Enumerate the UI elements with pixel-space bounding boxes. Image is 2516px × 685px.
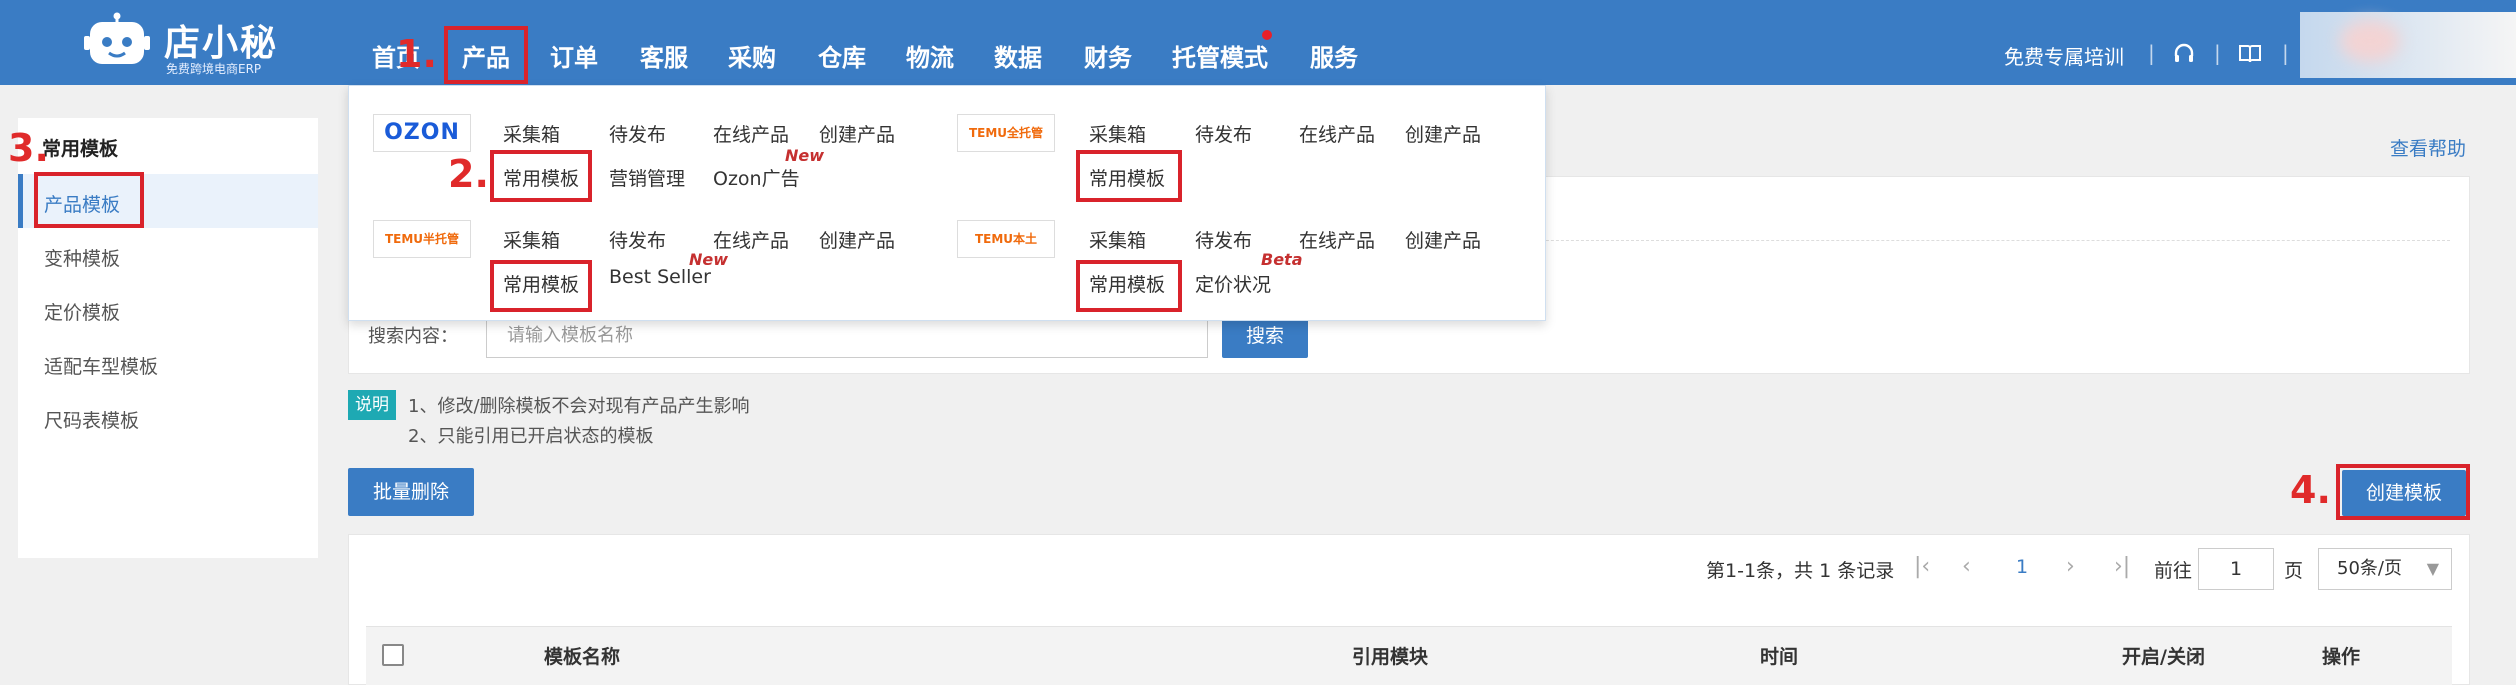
temu-semi-online-products[interactable]: 在线产品: [713, 226, 789, 253]
temu-local-pricing-status[interactable]: 定价状况: [1195, 270, 1271, 297]
temu-full-collect-box[interactable]: 采集箱: [1089, 120, 1146, 147]
nav-orders[interactable]: 订单: [550, 38, 598, 73]
chevron-down-icon: ▼: [2426, 559, 2439, 578]
col-toggle: 开启/关闭: [2122, 646, 2205, 668]
step-1-label: 1.: [396, 32, 437, 76]
search-label: 搜索内容：: [368, 326, 458, 347]
step-4-highlight: [2336, 464, 2470, 520]
logo-subtitle: 免费跨境电商ERP: [166, 62, 262, 76]
nav-purchase[interactable]: 采购: [728, 38, 776, 73]
user-account-blurred[interactable]: [2300, 12, 2516, 78]
separator: |: [2214, 41, 2221, 65]
ozon-collect-box[interactable]: 采集箱: [503, 120, 560, 147]
sidebar-item-vehicle-template[interactable]: 适配车型模板: [44, 352, 158, 379]
batch-delete-button[interactable]: 批量删除: [348, 468, 474, 516]
new-tag: New: [785, 146, 825, 165]
nav-customer-service[interactable]: 客服: [640, 38, 688, 73]
beta-tag: Beta: [1261, 250, 1303, 269]
temu-full-create-product[interactable]: 创建产品: [1405, 120, 1481, 147]
page-number-input[interactable]: 1: [2198, 548, 2274, 590]
temu-full-online-products[interactable]: 在线产品: [1299, 120, 1375, 147]
temu-local-online-products[interactable]: 在线产品: [1299, 226, 1375, 253]
new-tag: New: [689, 250, 729, 269]
nav-data[interactable]: 数据: [994, 38, 1042, 73]
nav-managed-mode[interactable]: 托管模式: [1172, 38, 1268, 73]
page: 店小秘 免费跨境电商ERP 首页 产品 订单 客服 采购 仓库 物流 数据 财务…: [0, 0, 2516, 685]
notification-dot: [1262, 30, 1272, 40]
col-ref-module: 引用模块: [1352, 646, 1429, 668]
step-2-label: 2.: [448, 152, 489, 196]
temu-semi-best-seller[interactable]: Best Seller: [609, 266, 711, 288]
step-4-label: 4.: [2290, 468, 2331, 512]
step-2-highlight-temu-semi: [490, 260, 592, 312]
step-2-highlight-temu-full: [1076, 150, 1182, 202]
sidebar-active-indicator: [18, 174, 23, 228]
sidebar-item-variant-template[interactable]: 变种模板: [44, 244, 120, 271]
col-time: 时间: [1760, 646, 1799, 668]
headset-icon[interactable]: [2172, 42, 2196, 66]
temu-semi-create-product[interactable]: 创建产品: [819, 226, 895, 253]
book-icon[interactable]: [2238, 43, 2262, 65]
col-template-name: 模板名称: [544, 646, 621, 668]
goto-label: 前往: [2154, 560, 2193, 582]
temu-full-pending[interactable]: 待发布: [1195, 120, 1252, 147]
note-line-2: 2、只能引用已开启状态的模板: [408, 426, 654, 447]
temu-semi-logo: TEMU半托管: [373, 220, 471, 258]
next-page-icon[interactable]: ›: [2066, 554, 2075, 579]
page-size-select[interactable]: 50条/页 ▼: [2318, 548, 2452, 590]
page-unit: 页: [2284, 560, 2304, 582]
current-page[interactable]: 1: [2016, 556, 2028, 578]
ozon-pending[interactable]: 待发布: [609, 120, 666, 147]
nav-services[interactable]: 服务: [1310, 38, 1358, 73]
robot-logo-icon: [84, 12, 150, 64]
temu-semi-pending[interactable]: 待发布: [609, 226, 666, 253]
logo-name: 店小秘: [164, 23, 279, 64]
note-badge: 说明: [348, 390, 396, 420]
step-3-label: 3.: [8, 126, 49, 170]
ozon-create-product[interactable]: 创建产品: [819, 120, 895, 147]
temu-local-create-product[interactable]: 创建产品: [1405, 226, 1481, 253]
free-training-link[interactable]: 免费专属培训: [2004, 41, 2124, 70]
temu-semi-collect-box[interactable]: 采集箱: [503, 226, 560, 253]
separator: |: [2282, 41, 2289, 65]
pagination-summary: 第1-1条，共 1 条记录: [1706, 560, 1895, 582]
top-navbar: 店小秘 免费跨境电商ERP 首页 产品 订单 客服 采购 仓库 物流 数据 财务…: [0, 0, 2516, 85]
first-page-icon[interactable]: |‹: [1914, 554, 1930, 579]
sidebar-title: 常用模板: [42, 138, 119, 160]
logo[interactable]: 店小秘 免费跨境电商ERP: [82, 6, 292, 76]
temu-full-logo: TEMU全托管: [957, 114, 1055, 152]
step-2-highlight-ozon: [490, 150, 592, 202]
ozon-ads[interactable]: Ozon广告: [713, 164, 800, 191]
page-size-value: 50条/页: [2337, 558, 2402, 579]
temu-local-collect-box[interactable]: 采集箱: [1089, 226, 1146, 253]
ozon-logo: OZON: [373, 114, 471, 152]
col-actions: 操作: [2322, 646, 2361, 668]
sidebar-item-pricing-template[interactable]: 定价模板: [44, 298, 120, 325]
note-line-1: 1、修改/删除模板不会对现有产品产生影响: [408, 396, 750, 417]
nav-logistics[interactable]: 物流: [906, 38, 954, 73]
step-2-highlight-temu-local: [1076, 260, 1182, 312]
nav-warehouse[interactable]: 仓库: [818, 38, 866, 73]
sidebar-item-size-chart-template[interactable]: 尺码表模板: [44, 406, 139, 433]
last-page-icon[interactable]: ›|: [2114, 554, 2130, 579]
step-1-highlight: [444, 26, 528, 84]
ozon-online-products[interactable]: 在线产品: [713, 120, 789, 147]
help-link[interactable]: 查看帮助: [2390, 134, 2466, 161]
select-all-checkbox[interactable]: [382, 644, 404, 666]
step-3-highlight: [34, 172, 144, 228]
nav-finance[interactable]: 财务: [1084, 38, 1132, 73]
temu-local-pending[interactable]: 待发布: [1195, 226, 1252, 253]
ozon-marketing[interactable]: 营销管理: [609, 164, 685, 191]
temu-local-logo: TEMU本土: [957, 220, 1055, 258]
separator: |: [2148, 41, 2155, 65]
prev-page-icon[interactable]: ‹: [1962, 554, 1971, 579]
